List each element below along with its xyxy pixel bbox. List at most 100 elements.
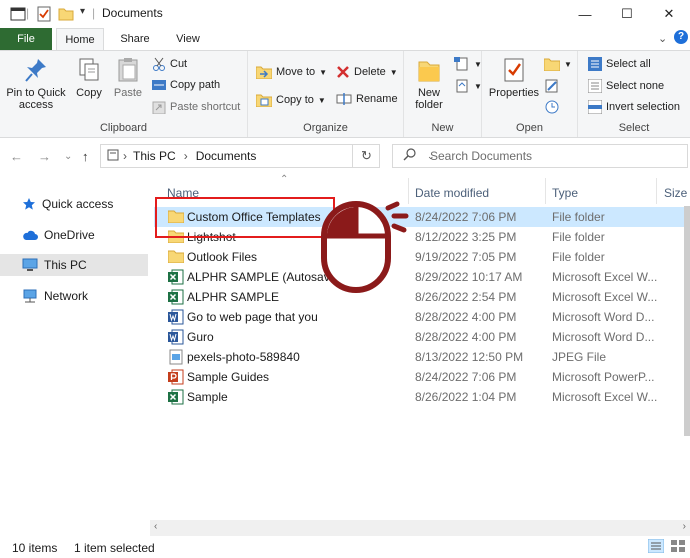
select-none-button[interactable]: Select none — [588, 79, 664, 93]
back-arrow-icon[interactable]: ← — [10, 149, 23, 164]
scissors-icon — [153, 57, 165, 71]
file-name: Sample Guides — [187, 370, 270, 384]
properties-button[interactable]: Properties — [488, 57, 540, 99]
nav-item-quick-access[interactable]: Quick access — [0, 193, 148, 215]
close-button[interactable]: ✕ — [646, 0, 690, 28]
column-header-size[interactable]: Size — [664, 182, 687, 204]
forward-arrow-icon[interactable]: → — [38, 149, 51, 164]
pin-to-quick-access-button[interactable]: Pin to Quick access — [4, 57, 68, 111]
open-button[interactable]: ▼ — [544, 57, 572, 71]
open-label: Open — [516, 122, 543, 134]
paste-button[interactable]: Paste — [110, 57, 146, 99]
file-date-modified: 8/26/2022 1:04 PM — [415, 390, 517, 404]
file-row[interactable]: Outlook Files 9/19/2022 7:05 PM File folde… — [154, 247, 690, 267]
customize-toolbar-icon[interactable]: ▾ — [80, 6, 85, 22]
paste-shortcut-button[interactable]: Paste shortcut — [152, 100, 240, 114]
file-row[interactable]: pexels-photo-589840 8/13/2022 12:50 PM JPE… — [154, 347, 690, 367]
easy-access-button[interactable]: ▼ — [454, 79, 482, 93]
maximize-button[interactable]: ☐ — [604, 0, 650, 28]
ribbon-tabs: File Home Share View ⌄ ? — [0, 28, 690, 50]
new-folder-icon — [418, 61, 440, 82]
tab-file[interactable]: File — [0, 28, 52, 50]
file-name: Guro — [187, 330, 214, 344]
file-type: Microsoft Word D... — [552, 310, 655, 324]
cloud-icon — [23, 230, 38, 240]
scroll-right-icon[interactable]: › — [683, 521, 686, 532]
file-type: Microsoft Excel W... — [552, 270, 658, 284]
scroll-left-icon[interactable]: ‹ — [154, 521, 157, 532]
vertical-scrollbar[interactable] — [684, 206, 690, 436]
delete-button[interactable]: Delete ▼ — [336, 65, 398, 79]
excel-icon — [168, 289, 184, 308]
breadcrumb-this-pc[interactable]: This PC — [133, 149, 176, 163]
select-group: Select all Select none Invert selection … — [578, 51, 690, 137]
file-type: File folder — [552, 230, 605, 244]
address-bar[interactable]: › This PC › Documents ⌄ — [100, 144, 435, 168]
new-item-button[interactable]: ▼ — [454, 57, 482, 71]
column-header-date-modified[interactable]: Date modified — [415, 182, 489, 204]
recent-locations-chevron-icon[interactable]: ⌄ — [64, 151, 72, 162]
help-icon[interactable]: ? — [674, 30, 688, 44]
separator: | — [26, 6, 30, 20]
this-pc-small-icon — [107, 149, 119, 164]
details-view-icon[interactable] — [647, 538, 665, 556]
file-row[interactable]: ALPHR SAMPLE 8/26/2022 2:54 PM Microsoft E… — [154, 287, 690, 307]
delete-x-icon — [337, 66, 349, 78]
file-date-modified: 8/24/2022 7:06 PM — [415, 370, 517, 384]
file-type: File folder — [552, 250, 605, 264]
file-row[interactable]: Guro 8/28/2022 4:00 PM Microsoft Word D... — [154, 327, 690, 347]
organize-label: Organize — [303, 122, 348, 134]
move-to-button[interactable]: Move to ▼ — [256, 65, 327, 79]
file-date-modified: 8/26/2022 2:54 PM — [415, 290, 517, 304]
clipboard-label: Clipboard — [99, 122, 148, 134]
file-row[interactable]: Sample 8/26/2022 1:04 PM Microsoft Excel W… — [154, 387, 690, 407]
edit-button[interactable] — [544, 79, 560, 93]
refresh-button[interactable]: ↻ — [352, 144, 380, 168]
powerpoint-icon — [168, 369, 184, 388]
copy-path-button[interactable]: Copy path — [152, 79, 220, 91]
clipboard-group: Pin to Quick access Copy Paste Cut Copy … — [0, 51, 248, 137]
new-folder-button[interactable]: New folder — [410, 57, 448, 111]
large-icons-view-icon[interactable] — [670, 539, 686, 556]
nav-item-network[interactable]: Network — [0, 285, 148, 307]
file-name: Go to web page that you — [187, 310, 318, 324]
image-icon — [168, 349, 184, 368]
tab-view[interactable]: View — [164, 28, 212, 50]
move-folder-icon — [256, 66, 272, 79]
nav-item-this-pc[interactable]: This PC — [0, 254, 148, 276]
cut-button[interactable]: Cut — [152, 57, 187, 71]
file-row[interactable]: Sample Guides 8/24/2022 7:06 PM Microsoft … — [154, 367, 690, 387]
easy-access-icon — [456, 79, 468, 93]
properties-quick-icon[interactable] — [36, 6, 52, 22]
file-type: Microsoft Word D... — [552, 330, 655, 344]
file-row[interactable]: Go to web page that you 8/28/2022 4:00 PM… — [154, 307, 690, 327]
rename-button[interactable]: Rename — [336, 93, 398, 105]
tab-home[interactable]: Home — [56, 28, 104, 50]
new-folder-quick-icon[interactable] — [58, 6, 74, 22]
search-input[interactable]: Search Documents — [392, 144, 688, 168]
file-date-modified: 8/24/2022 7:06 PM — [415, 210, 517, 224]
up-arrow-icon[interactable]: ↑ — [82, 149, 89, 164]
copy-button[interactable]: Copy — [72, 57, 106, 99]
search-placeholder: Search Documents — [430, 149, 533, 163]
navigation-pane: Quick access OneDrive This PC Network — [0, 176, 150, 536]
select-all-button[interactable]: Select all — [588, 57, 651, 71]
status-bar: 10 items 1 item selected — [0, 536, 690, 558]
tab-share[interactable]: Share — [110, 28, 160, 50]
file-row[interactable]: ALPHR SAMPLE (Autosaved) 8/29/2022 10:17 … — [154, 267, 690, 287]
minimize-button[interactable]: — — [562, 0, 608, 28]
file-name: Outlook Files — [187, 250, 258, 264]
nav-item-onedrive[interactable]: OneDrive — [0, 224, 148, 246]
history-button[interactable] — [544, 100, 560, 114]
paste-shortcut-icon — [152, 101, 166, 114]
invert-selection-button[interactable]: Invert selection — [588, 100, 680, 114]
ribbon-expand-icon[interactable]: ⌄ — [658, 32, 667, 45]
column-header-type[interactable]: Type — [552, 182, 578, 204]
highlight-box — [155, 197, 335, 238]
horizontal-scrollbar[interactable]: ‹ › — [150, 520, 690, 536]
breadcrumb-documents[interactable]: Documents — [196, 149, 257, 163]
copy-icon — [79, 58, 99, 81]
file-date-modified: 8/28/2022 4:00 PM — [415, 310, 517, 324]
copy-path-icon — [152, 80, 166, 90]
copy-to-button[interactable]: Copy to ▼ — [256, 93, 326, 107]
